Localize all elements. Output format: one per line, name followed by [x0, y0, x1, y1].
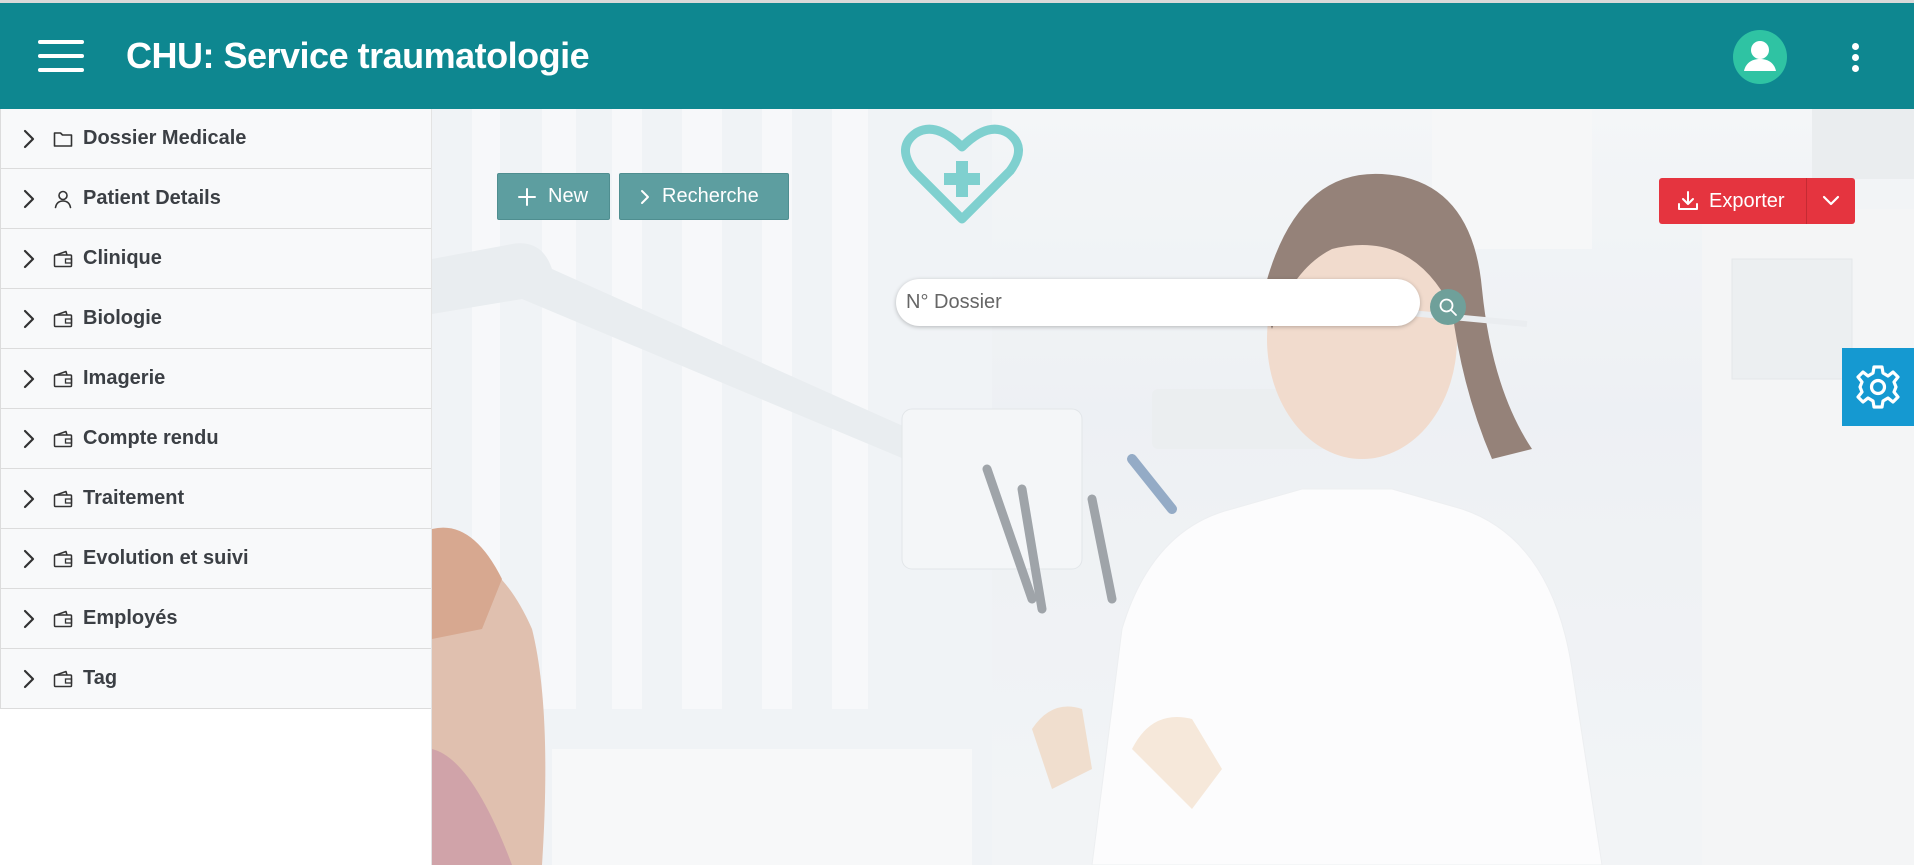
sidebar-item-label: Biologie [83, 307, 162, 329]
chevron-right-icon [23, 429, 49, 449]
wallet-icon [53, 250, 75, 268]
export-button-label: Exporter [1709, 189, 1785, 212]
sidebar-item-tag[interactable]: Tag [1, 649, 431, 709]
sidebar: Dossier Medicale Patient Details Cliniqu… [0, 109, 432, 865]
sidebar-item-label: Traitement [83, 487, 185, 509]
chevron-right-icon [23, 549, 49, 569]
download-icon [1677, 190, 1699, 212]
sidebar-item-clinique[interactable]: Clinique [1, 229, 431, 289]
chevron-right-icon [23, 609, 49, 629]
kebab-menu-icon[interactable] [1844, 39, 1868, 75]
plus-icon [518, 187, 536, 206]
chevron-right-icon [23, 309, 49, 329]
chevron-right-icon [640, 189, 650, 205]
sidebar-item-label: Imagerie [83, 367, 166, 389]
wallet-icon [53, 310, 75, 328]
sidebar-item-label: Clinique [83, 247, 162, 269]
main-content: New Recherche Exporter [432, 109, 1914, 865]
sidebar-item-biologie[interactable]: Biologie [1, 289, 431, 349]
wallet-icon [53, 370, 75, 388]
settings-panel-toggle[interactable] [1842, 348, 1914, 426]
chevron-right-icon [23, 189, 49, 209]
wallet-icon [53, 670, 75, 688]
app-header: CHU: Service traumatologie [0, 3, 1914, 109]
sidebar-item-label: Patient Details [83, 187, 221, 209]
sidebar-item-imagerie[interactable]: Imagerie [1, 349, 431, 409]
new-button[interactable]: New [497, 173, 610, 220]
dossier-search-input[interactable] [896, 279, 1420, 326]
gear-icon [1856, 365, 1900, 409]
search-button[interactable] [1430, 289, 1466, 325]
export-button[interactable]: Exporter [1659, 178, 1807, 224]
sidebar-item-traitement[interactable]: Traitement [1, 469, 431, 529]
sidebar-item-dossier-medicale[interactable]: Dossier Medicale [1, 109, 431, 169]
user-icon [1744, 41, 1776, 71]
sidebar-item-evolution-et-suivi[interactable]: Evolution et suivi [1, 529, 431, 589]
search-box [896, 279, 1420, 326]
chevron-right-icon [23, 369, 49, 389]
sidebar-item-employes[interactable]: Employés [1, 589, 431, 649]
new-button-label: New [548, 185, 589, 207]
search-icon [1439, 298, 1457, 316]
chevron-right-icon [23, 129, 49, 149]
sidebar-item-label: Evolution et suivi [83, 547, 249, 569]
chevron-right-icon [23, 249, 49, 269]
sidebar-item-label: Compte rendu [83, 427, 219, 449]
recherche-button-label: Recherche [662, 185, 759, 207]
export-dropdown-toggle[interactable] [1807, 178, 1855, 224]
wallet-icon [53, 490, 75, 508]
app-title: CHU: Service traumatologie [126, 35, 590, 76]
chevron-right-icon [23, 489, 49, 509]
sidebar-item-label: Tag [83, 667, 118, 689]
user-avatar[interactable] [1733, 30, 1787, 84]
wallet-icon [53, 610, 75, 628]
recherche-button[interactable]: Recherche [619, 173, 789, 220]
person-icon [53, 189, 75, 209]
wallet-icon [53, 550, 75, 568]
sidebar-item-label: Dossier Medicale [83, 127, 247, 149]
sidebar-item-label: Employés [83, 607, 178, 629]
chevron-right-icon [23, 669, 49, 689]
sidebar-menu: Dossier Medicale Patient Details Cliniqu… [0, 109, 431, 709]
hamburger-menu-icon[interactable] [38, 38, 86, 74]
sidebar-item-compte-rendu[interactable]: Compte rendu [1, 409, 431, 469]
wallet-icon [53, 430, 75, 448]
chevron-down-icon [1822, 195, 1840, 206]
folder-icon [53, 130, 75, 148]
sidebar-item-patient-details[interactable]: Patient Details [1, 169, 431, 229]
export-button-group: Exporter [1659, 178, 1855, 224]
